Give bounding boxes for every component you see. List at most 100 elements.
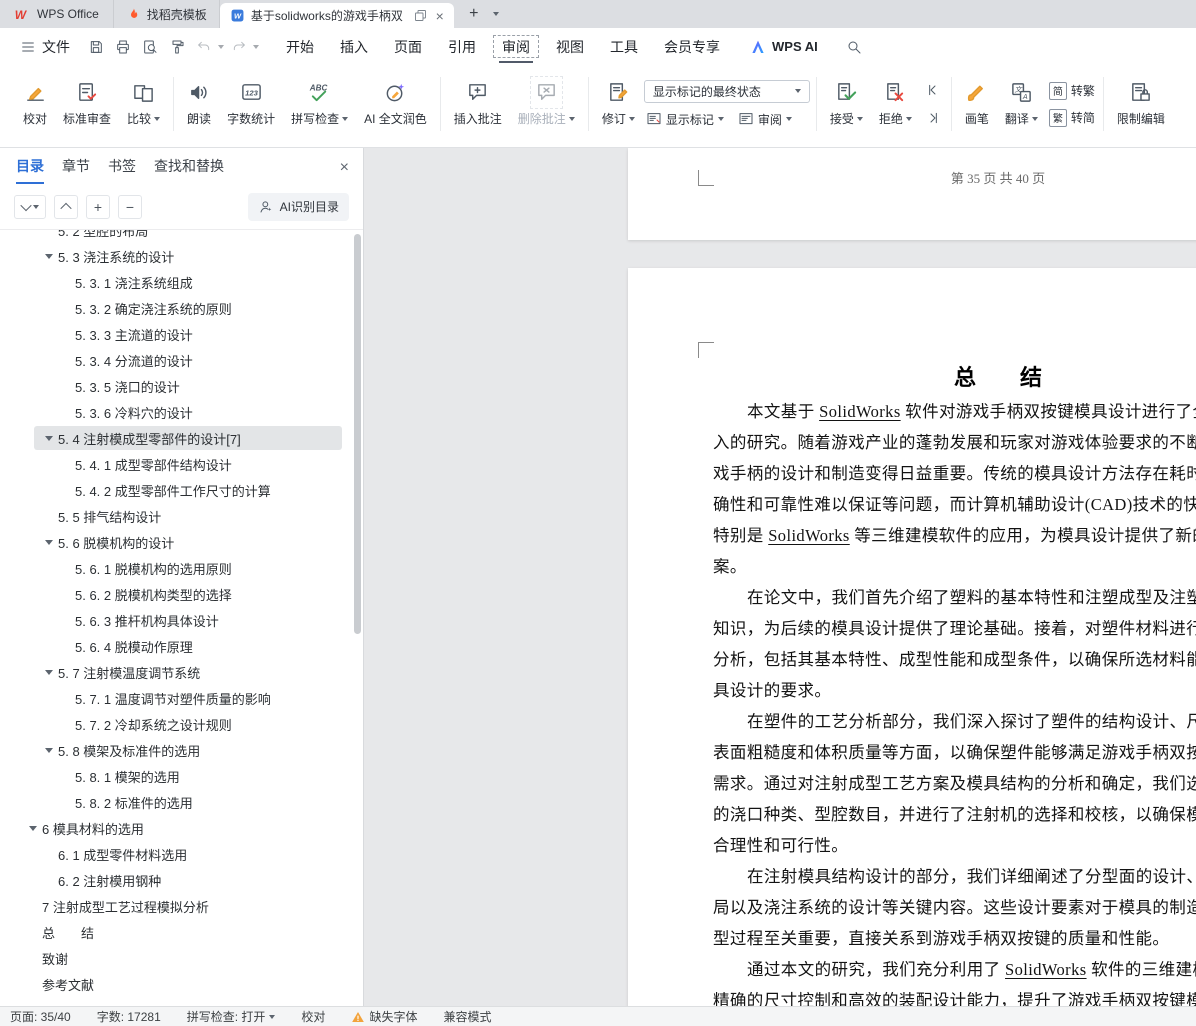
outline-item[interactable]: 6. 2 注射模用钢种 bbox=[0, 867, 354, 893]
delete-comment-button[interactable]: 删除批注 bbox=[511, 76, 582, 129]
proofread-button[interactable]: 校对 bbox=[16, 79, 54, 129]
ai-polish-button[interactable]: AI 全文润色 bbox=[357, 79, 434, 129]
menu-item-页面[interactable]: 页面 bbox=[381, 28, 435, 65]
menu-item-视图[interactable]: 视图 bbox=[543, 28, 597, 65]
outline-item[interactable]: 5. 3. 1 浇注系统组成 bbox=[0, 269, 354, 295]
undo-button[interactable] bbox=[192, 35, 216, 59]
collapse-triangle-icon[interactable] bbox=[42, 254, 56, 259]
simplified-to-traditional-button[interactable]: 简 转繁 bbox=[1047, 81, 1097, 101]
panel-tab-outline[interactable]: 目录 bbox=[16, 156, 44, 184]
collapse-all-button[interactable]: − bbox=[118, 194, 142, 219]
outline-item[interactable]: 总 结 bbox=[0, 919, 354, 945]
ink-pen-button[interactable]: 画笔 bbox=[958, 79, 996, 129]
redo-button[interactable] bbox=[227, 35, 251, 59]
outline-item[interactable]: 5. 4. 2 成型零部件工作尺寸的计算 bbox=[0, 477, 354, 503]
outline-item[interactable]: 5. 3. 4 分流道的设计 bbox=[0, 347, 354, 373]
outline-item[interactable]: 参考文献 bbox=[0, 971, 354, 997]
menu-item-工具[interactable]: 工具 bbox=[597, 28, 651, 65]
document-page-36[interactable]: 总 结 本文基于 SolidWorks 软件对游戏手柄双按键模具设计进行了全面深… bbox=[628, 268, 1196, 1006]
redo-chevron-icon[interactable] bbox=[253, 44, 259, 49]
word-count-indicator[interactable]: 字数: 17281 bbox=[97, 1008, 161, 1025]
previous-change-button[interactable] bbox=[921, 80, 945, 100]
format-painter-button[interactable] bbox=[165, 35, 189, 59]
open-in-window-icon[interactable] bbox=[413, 8, 428, 23]
outline-item[interactable]: 5. 7 注射模温度调节系统 bbox=[0, 659, 354, 685]
tab-list-chevron-icon[interactable] bbox=[492, 12, 499, 16]
outline-item[interactable]: 5. 8 模架及标准件的选用 bbox=[0, 737, 354, 763]
outline-item[interactable]: 7 注射成型工艺过程模拟分析 bbox=[0, 893, 354, 919]
next-change-button[interactable] bbox=[921, 108, 945, 128]
outline-item[interactable]: 5. 3. 6 冷料穴的设计 bbox=[0, 399, 354, 425]
collapse-triangle-icon[interactable] bbox=[42, 540, 56, 545]
collapse-button[interactable] bbox=[54, 194, 78, 219]
outline-item[interactable]: 5. 3. 2 确定浇注系统的原则 bbox=[0, 295, 354, 321]
panel-close-icon[interactable]: × bbox=[340, 160, 349, 176]
outline-item[interactable]: 5. 8. 2 标准件的选用 bbox=[0, 789, 354, 815]
wps-ai-button[interactable]: WPS AI bbox=[749, 38, 818, 56]
menu-item-插入[interactable]: 插入 bbox=[327, 28, 381, 65]
compatibility-mode-indicator[interactable]: 兼容模式 bbox=[443, 1008, 491, 1025]
outline-item[interactable]: 6 模具材料的选用 bbox=[0, 815, 354, 841]
page-indicator[interactable]: 页面: 35/40 bbox=[10, 1008, 71, 1025]
search-button[interactable] bbox=[846, 39, 862, 55]
traditional-to-simplified-button[interactable]: 繁 转简 bbox=[1047, 108, 1097, 128]
tab-template-store[interactable]: 找稻壳模板 bbox=[112, 0, 220, 28]
expand-all-button[interactable]: + bbox=[86, 194, 110, 219]
restrict-editing-button[interactable]: 限制编辑 bbox=[1110, 79, 1172, 129]
wps-home-button[interactable]: W WPS Office bbox=[0, 0, 113, 28]
missing-font-warning[interactable]: 缺失字体 bbox=[351, 1008, 417, 1025]
collapse-triangle-icon[interactable] bbox=[26, 826, 40, 831]
outline-item[interactable]: 5. 3. 5 浇口的设计 bbox=[0, 373, 354, 399]
word-count-button[interactable]: 123 字数统计 bbox=[220, 79, 282, 129]
proofread-status[interactable]: 校对 bbox=[301, 1008, 325, 1025]
outline-item[interactable]: 5. 2 型腔的布局 bbox=[0, 230, 354, 243]
new-tab-button[interactable]: + bbox=[464, 4, 484, 24]
outline-item[interactable]: 6. 1 成型零件材料选用 bbox=[0, 841, 354, 867]
outline-item[interactable]: 5. 8. 1 模架的选用 bbox=[0, 763, 354, 789]
spellcheck-toggle[interactable]: 拼写检查: 打开 bbox=[187, 1008, 276, 1025]
ai-recognize-toc-button[interactable]: AI识别目录 bbox=[247, 192, 349, 221]
collapse-triangle-icon[interactable] bbox=[42, 436, 56, 441]
outline-item[interactable]: 5. 6. 1 脱模机构的选用原则 bbox=[0, 555, 354, 581]
menu-item-会员专享[interactable]: 会员专享 bbox=[651, 28, 733, 65]
outline-item[interactable]: 5. 3. 3 主流道的设计 bbox=[0, 321, 354, 347]
collapse-triangle-icon[interactable] bbox=[42, 670, 56, 675]
outline-item[interactable]: 5. 7. 1 温度调节对塑件质量的影响 bbox=[0, 685, 354, 711]
document-page-35[interactable]: 第 35 页 共 40 页 bbox=[628, 148, 1196, 240]
outline-item[interactable]: 致谢 bbox=[0, 945, 354, 971]
outline-item[interactable]: 5. 6. 2 脱模机构类型的选择 bbox=[0, 581, 354, 607]
save-button[interactable] bbox=[84, 35, 108, 59]
file-menu-button[interactable]: 文件 bbox=[10, 28, 80, 65]
spell-check-button[interactable]: ABC 拼写检查 bbox=[284, 79, 355, 129]
panel-scrollbar-thumb[interactable] bbox=[354, 234, 361, 634]
menu-item-审阅[interactable]: 审阅 bbox=[489, 28, 543, 65]
outline-item[interactable]: 5. 4 注射模成型零部件的设计[7] bbox=[0, 425, 354, 451]
outline-item[interactable]: 5. 4. 1 成型零部件结构设计 bbox=[0, 451, 354, 477]
reject-button[interactable]: 拒绝 bbox=[872, 79, 919, 129]
accept-button[interactable]: 接受 bbox=[823, 79, 870, 129]
compare-button[interactable]: 比较 bbox=[120, 79, 167, 129]
panel-tab-bookmarks[interactable]: 书签 bbox=[108, 156, 136, 176]
print-button[interactable] bbox=[111, 35, 135, 59]
outline-item[interactable]: 5. 6. 4 脱模动作原理 bbox=[0, 633, 354, 659]
panel-tab-find-replace[interactable]: 查找和替换 bbox=[154, 156, 224, 176]
review-pane-button[interactable]: 审阅 bbox=[736, 110, 794, 129]
show-markup-button[interactable]: 显示标记 bbox=[644, 110, 726, 129]
markup-state-select[interactable]: 显示标记的最终状态 bbox=[643, 79, 810, 103]
collapse-triangle-icon[interactable] bbox=[42, 748, 56, 753]
undo-chevron-icon[interactable] bbox=[218, 44, 224, 49]
panel-tab-chapters[interactable]: 章节 bbox=[62, 156, 90, 176]
print-preview-button[interactable] bbox=[138, 35, 162, 59]
outline-item[interactable]: 5. 6. 3 推杆机构具体设计 bbox=[0, 607, 354, 633]
menu-item-开始[interactable]: 开始 bbox=[273, 28, 327, 65]
expand-collapse-dropdown[interactable] bbox=[14, 194, 46, 219]
track-changes-button[interactable]: 修订 bbox=[595, 79, 642, 129]
standard-review-button[interactable]: 标准审查 bbox=[56, 79, 118, 129]
read-aloud-button[interactable]: 朗读 bbox=[180, 79, 218, 129]
outline-item[interactable]: 5. 6 脱模机构的设计 bbox=[0, 529, 354, 555]
translate-button[interactable]: 文A 翻译 bbox=[998, 79, 1045, 129]
close-tab-icon[interactable]: × bbox=[436, 9, 444, 23]
outline-item[interactable]: 5. 3 浇注系统的设计 bbox=[0, 243, 354, 269]
insert-comment-button[interactable]: 插入批注 bbox=[447, 79, 509, 129]
menu-item-引用[interactable]: 引用 bbox=[435, 28, 489, 65]
